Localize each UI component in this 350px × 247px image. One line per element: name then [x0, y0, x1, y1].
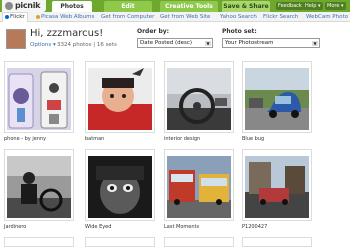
child-batman-photo-icon: [88, 68, 152, 130]
photo-caption: P1200427: [242, 224, 268, 230]
photo-count: 3324 photos | 16 sets: [57, 42, 117, 48]
photo-card-partial[interactable]: [164, 237, 234, 247]
tab-save-share[interactable]: Save & Share: [222, 1, 270, 12]
source-tab-flickr[interactable]: Flickr: [2, 12, 28, 22]
phone-sticker-photo-icon: [7, 68, 71, 130]
options-menu[interactable]: Options ▾: [30, 42, 56, 48]
wide-eyed-child-photo-icon: [88, 156, 152, 218]
photo-card[interactable]: [164, 149, 234, 221]
photo-set-select[interactable]: Your Photostream ▼: [222, 38, 320, 48]
app-logo-text: picnik: [15, 1, 41, 10]
order-by-select[interactable]: Date Posted (desc) ▼: [137, 38, 213, 48]
source-tab-webcam[interactable]: WebCam Photo: [306, 13, 348, 22]
street-photo-icon: [245, 156, 309, 218]
car-interior-photo-icon: [167, 68, 231, 130]
photo-caption: interior design: [164, 136, 201, 142]
photo-card[interactable]: [242, 61, 312, 133]
photo-caption: Jardinero: [4, 224, 27, 230]
app-logo[interactable]: picnik: [2, 0, 46, 12]
source-tab-yahoo[interactable]: Yahoo Search: [220, 13, 257, 22]
tab-edit[interactable]: Edit: [104, 1, 152, 12]
photo-caption: batman: [85, 136, 105, 142]
help-button[interactable]: Help ▾: [303, 2, 323, 10]
photo-card-partial[interactable]: [85, 237, 155, 247]
photo-card[interactable]: [242, 149, 312, 221]
photo-caption: Wide Eyed: [85, 224, 112, 230]
chevron-down-icon: ▼: [312, 41, 318, 46]
greeting: Hi, zzzmarcus!: [30, 28, 104, 39]
flickr-icon: [5, 14, 9, 19]
photo-card[interactable]: [4, 61, 74, 133]
photo-caption: phone - by jenny: [4, 136, 47, 142]
source-tab-website[interactable]: Get from Web Site: [160, 13, 210, 22]
tab-creative-tools[interactable]: Creative Tools: [160, 1, 218, 12]
tab-photos[interactable]: Photos: [52, 1, 92, 12]
source-tab-flickr-search[interactable]: Flickr Search: [263, 13, 298, 22]
picnik-logo-icon: [5, 2, 13, 10]
photo-caption: Blue bug: [242, 136, 265, 142]
order-by-label: Order by:: [137, 28, 170, 35]
photo-card[interactable]: [164, 61, 234, 133]
more-button[interactable]: More ▾: [325, 2, 346, 10]
photo-card-partial[interactable]: [242, 237, 312, 247]
photo-grid: phone - by jenny batman interior design …: [0, 57, 350, 247]
gardener-photo-icon: [7, 156, 71, 218]
chevron-down-icon: ▼: [205, 41, 211, 46]
avatar: [6, 29, 26, 49]
picasa-icon: [36, 14, 40, 19]
photo-card-partial[interactable]: [4, 237, 74, 247]
feedback-button[interactable]: Feedback: [276, 2, 304, 10]
photo-card[interactable]: [85, 61, 155, 133]
photo-caption: Last Moments: [164, 224, 200, 230]
photo-card[interactable]: [85, 149, 155, 221]
photo-card[interactable]: [4, 149, 74, 221]
buses-photo-icon: [167, 156, 231, 218]
blue-bug-car-photo-icon: [245, 68, 309, 130]
photos-header: Hi, zzzmarcus! Options ▾ 3324 photos | 1…: [0, 23, 350, 57]
source-tabs: Flickr Picasa Web Albums Get from Comput…: [0, 12, 350, 22]
source-tab-computer[interactable]: Get from Computer: [101, 13, 154, 22]
source-tab-picasa[interactable]: Picasa Web Albums: [36, 13, 94, 22]
top-bar: picnik Photos Edit Creative Tools Save &…: [0, 0, 350, 12]
photo-set-label: Photo set:: [222, 28, 257, 35]
